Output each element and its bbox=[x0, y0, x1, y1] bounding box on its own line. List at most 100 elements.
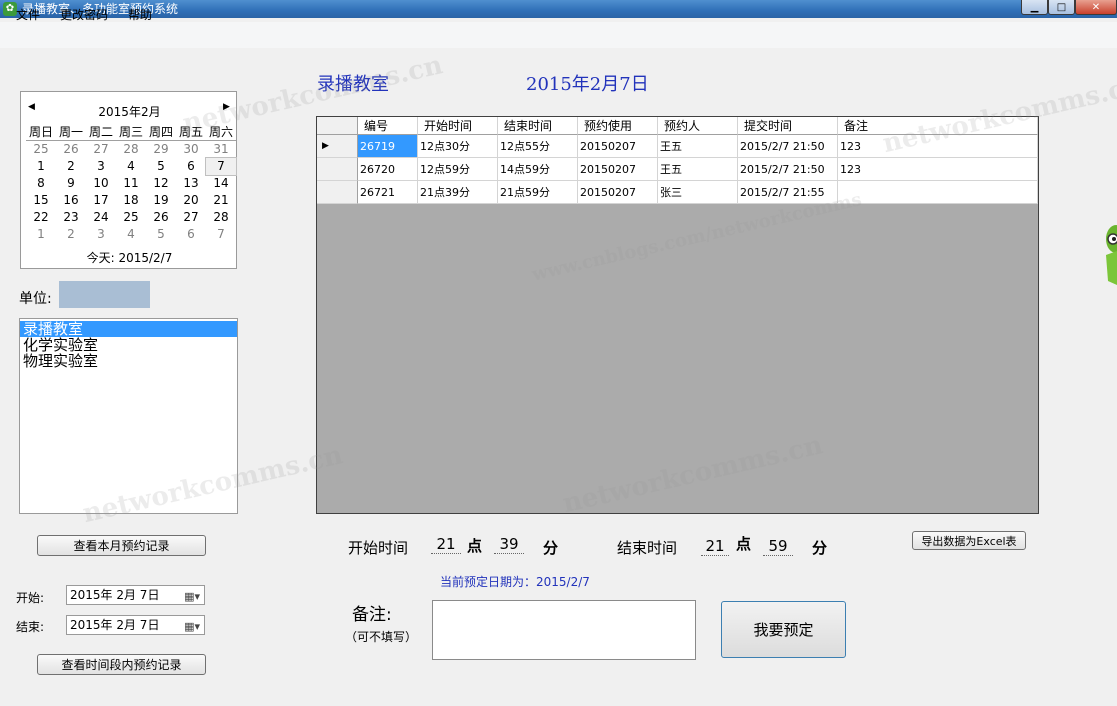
grid-column-header[interactable]: 预约人 bbox=[658, 117, 738, 135]
minimize-button[interactable]: ▁ bbox=[1021, 0, 1048, 15]
view-range-records-button[interactable]: 查看时间段内预约记录 bbox=[37, 654, 206, 675]
calendar-day[interactable]: 20 bbox=[176, 192, 206, 209]
grid-cell[interactable]: 2015/2/7 21:50 bbox=[738, 158, 838, 181]
calendar-day[interactable]: 19 bbox=[146, 192, 176, 209]
close-button[interactable]: ✕ bbox=[1075, 0, 1117, 15]
grid-column-header[interactable]: 预约使用 bbox=[578, 117, 658, 135]
grid-cell[interactable]: 12点59分 bbox=[418, 158, 498, 181]
calendar-day[interactable]: 23 bbox=[56, 209, 86, 226]
grid-cell[interactable]: 14点59分 bbox=[498, 158, 578, 181]
grid-cell[interactable]: 张三 bbox=[658, 181, 738, 204]
calendar-day[interactable]: 8 bbox=[26, 175, 56, 192]
calendar-day[interactable]: 4 bbox=[116, 158, 146, 175]
calendar-day[interactable]: 3 bbox=[86, 158, 116, 175]
room-listbox[interactable]: 录播教室 化学实验室 物理实验室 bbox=[19, 318, 238, 514]
calendar-day[interactable]: 15 bbox=[26, 192, 56, 209]
grid-cell[interactable]: 20150207 bbox=[578, 181, 658, 204]
calendar-day[interactable]: 28 bbox=[116, 141, 146, 158]
menu-file[interactable]: 文件 bbox=[16, 6, 40, 23]
grid-cell[interactable]: 王五 bbox=[658, 135, 738, 158]
grid-cell[interactable]: 21点39分 bbox=[418, 181, 498, 204]
reserve-button[interactable]: 我要预定 bbox=[721, 601, 846, 658]
calendar-day[interactable]: 27 bbox=[86, 141, 116, 158]
reservation-grid[interactable]: 编号 开始时间 结束时间 预约使用 预约人 提交时间 备注 ▶ 26719 12点30分 12点55… bbox=[316, 116, 1039, 514]
room-list-item[interactable]: 物理实验室 bbox=[20, 353, 237, 369]
calendar-today-link[interactable]: 今天: 2015/2/7 bbox=[21, 249, 238, 266]
grid-cell[interactable]: 123 bbox=[838, 158, 1038, 181]
calendar-day[interactable]: 1 bbox=[26, 226, 56, 243]
calendar-day[interactable]: 3 bbox=[86, 226, 116, 243]
month-calendar[interactable]: ◀ 2015年2月 ▶ 周日 周一 周二 周三 周四 周五 周六 25 26 27 28 29 30 31… bbox=[20, 91, 237, 269]
grid-column-header[interactable]: 提交时间 bbox=[738, 117, 838, 135]
calendar-day[interactable]: 31 bbox=[206, 141, 236, 158]
grid-cell[interactable]: 王五 bbox=[658, 158, 738, 181]
calendar-day[interactable]: 5 bbox=[146, 158, 176, 175]
grid-cell[interactable]: 21点59分 bbox=[498, 181, 578, 204]
grid-cell[interactable]: 26719 bbox=[358, 135, 418, 158]
calendar-day[interactable]: 6 bbox=[176, 158, 206, 175]
calendar-day[interactable]: 25 bbox=[116, 209, 146, 226]
calendar-day[interactable]: 13 bbox=[176, 175, 206, 192]
calendar-day[interactable]: 30 bbox=[176, 141, 206, 158]
grid-row-header[interactable] bbox=[317, 181, 358, 204]
room-list-item[interactable]: 化学实验室 bbox=[20, 337, 237, 353]
export-excel-button[interactable]: 导出数据为Excel表 bbox=[912, 531, 1026, 550]
grid-column-header[interactable]: 备注 bbox=[838, 117, 1038, 135]
calendar-day[interactable]: 6 bbox=[176, 226, 206, 243]
calendar-day[interactable]: 21 bbox=[206, 192, 236, 209]
note-textarea[interactable] bbox=[432, 600, 696, 660]
calendar-day[interactable]: 7 bbox=[206, 226, 236, 243]
calendar-next-button[interactable]: ▶ bbox=[223, 102, 230, 112]
calendar-day[interactable]: 29 bbox=[146, 141, 176, 158]
range-start-datepicker[interactable]: 2015年 2月 7日 ▦▾ bbox=[66, 585, 205, 605]
calendar-day[interactable]: 26 bbox=[56, 141, 86, 158]
menu-help[interactable]: 帮助 bbox=[128, 6, 152, 23]
grid-cell[interactable]: 12点30分 bbox=[418, 135, 498, 158]
grid-cell[interactable]: 123 bbox=[838, 135, 1038, 158]
unit-field[interactable] bbox=[59, 281, 150, 308]
end-minute-input[interactable]: 59 bbox=[763, 537, 793, 556]
grid-column-header[interactable]: 编号 bbox=[358, 117, 418, 135]
calendar-day[interactable]: 22 bbox=[26, 209, 56, 226]
calendar-day[interactable]: 18 bbox=[116, 192, 146, 209]
end-hour-input[interactable]: 21 bbox=[701, 537, 729, 556]
calendar-dropdown-icon[interactable]: ▦▾ bbox=[184, 588, 200, 606]
start-hour-input[interactable]: 21 bbox=[431, 535, 461, 554]
calendar-day[interactable]: 9 bbox=[56, 175, 86, 192]
menu-change-password[interactable]: 更改密码 bbox=[60, 6, 108, 23]
calendar-day[interactable]: 7 bbox=[205, 157, 237, 176]
calendar-day[interactable]: 17 bbox=[86, 192, 116, 209]
range-end-datepicker[interactable]: 2015年 2月 7日 ▦▾ bbox=[66, 615, 205, 635]
grid-column-header[interactable]: 结束时间 bbox=[498, 117, 578, 135]
view-month-records-button[interactable]: 查看本月预约记录 bbox=[37, 535, 206, 556]
calendar-day[interactable]: 1 bbox=[26, 158, 56, 175]
maximize-button[interactable]: □ bbox=[1048, 0, 1075, 15]
calendar-day[interactable]: 16 bbox=[56, 192, 86, 209]
start-minute-input[interactable]: 39 bbox=[494, 535, 524, 554]
calendar-day[interactable]: 14 bbox=[206, 175, 236, 192]
calendar-day[interactable]: 25 bbox=[26, 141, 56, 158]
grid-cell[interactable]: 2015/2/7 21:50 bbox=[738, 135, 838, 158]
calendar-day[interactable]: 12 bbox=[146, 175, 176, 192]
calendar-dropdown-icon[interactable]: ▦▾ bbox=[184, 618, 200, 636]
calendar-day[interactable]: 5 bbox=[146, 226, 176, 243]
calendar-day[interactable]: 10 bbox=[86, 175, 116, 192]
calendar-day[interactable]: 11 bbox=[116, 175, 146, 192]
grid-cell[interactable]: 26721 bbox=[358, 181, 418, 204]
calendar-day[interactable]: 26 bbox=[146, 209, 176, 226]
calendar-day[interactable]: 2 bbox=[56, 158, 86, 175]
grid-column-header[interactable]: 开始时间 bbox=[418, 117, 498, 135]
calendar-day[interactable]: 27 bbox=[176, 209, 206, 226]
grid-cell[interactable]: 12点55分 bbox=[498, 135, 578, 158]
grid-cell[interactable] bbox=[838, 181, 1038, 204]
calendar-day[interactable]: 2 bbox=[56, 226, 86, 243]
room-list-item[interactable]: 录播教室 bbox=[20, 321, 237, 337]
grid-cell[interactable]: 26720 bbox=[358, 158, 418, 181]
grid-cell[interactable]: 2015/2/7 21:55 bbox=[738, 181, 838, 204]
grid-row-header[interactable]: ▶ bbox=[317, 135, 358, 158]
grid-row-header[interactable] bbox=[317, 158, 358, 181]
grid-cell[interactable]: 20150207 bbox=[578, 135, 658, 158]
calendar-day[interactable]: 24 bbox=[86, 209, 116, 226]
grid-cell[interactable]: 20150207 bbox=[578, 158, 658, 181]
calendar-day[interactable]: 4 bbox=[116, 226, 146, 243]
